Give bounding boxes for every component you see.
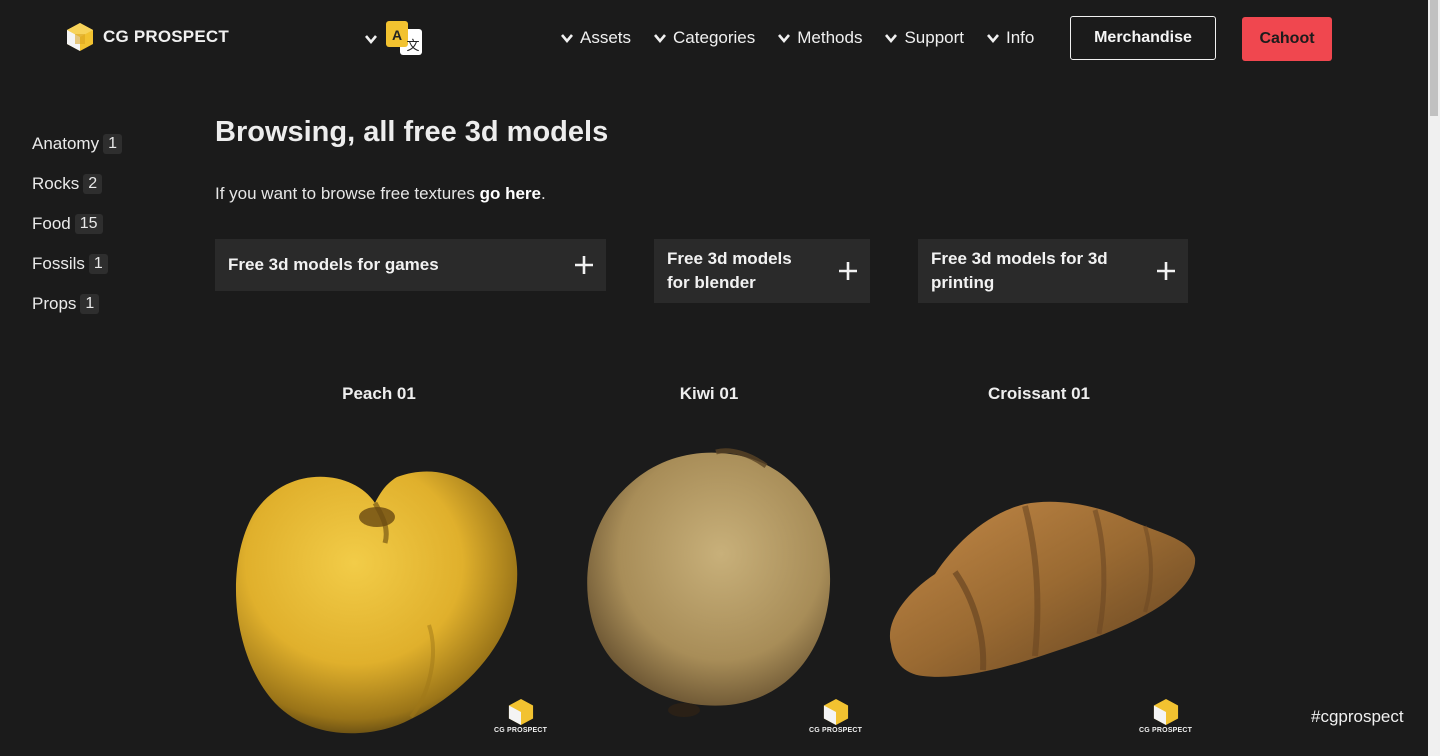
nav-methods[interactable]: Methods: [777, 28, 862, 48]
sidebar-item-anatomy[interactable]: Anatomy 1: [32, 132, 122, 155]
count-badge: 2: [83, 173, 103, 194]
nav-support[interactable]: Support: [884, 28, 964, 48]
textures-link[interactable]: go here: [480, 184, 541, 203]
sidebar-item-props[interactable]: Props 1: [32, 292, 122, 315]
plus-icon: [839, 262, 857, 280]
merchandise-button[interactable]: Merchandise: [1070, 16, 1216, 60]
chevron-down-icon: [885, 34, 898, 44]
watermark-text: CG PROSPECT: [1139, 727, 1193, 734]
sidebar-item-label: Food: [32, 213, 71, 233]
chevron-down-icon: [987, 34, 999, 44]
accordion-label: Free 3d models for games: [228, 255, 439, 274]
count-badge: 1: [80, 293, 100, 314]
nav-label: Info: [1006, 28, 1035, 47]
model-title[interactable]: Kiwi 01: [609, 384, 809, 404]
nav-label: Assets: [580, 28, 632, 47]
hashtag-text: #cgprospect: [1311, 707, 1404, 726]
chevron-down-icon: [365, 35, 377, 45]
accordion-label: Free 3d models for blender: [667, 249, 792, 292]
page-scrollbar[interactable]: [1428, 0, 1440, 756]
watermark-text: CG PROSPECT: [809, 727, 863, 734]
nav-info[interactable]: Info: [986, 28, 1034, 48]
nav-categories[interactable]: Categories: [653, 28, 755, 48]
site-logo[interactable]: CG PROSPECT: [66, 22, 229, 52]
page-title: Browsing, all free 3d models: [215, 116, 609, 148]
watermark: CG PROSPECT: [809, 698, 862, 734]
svg-text:文: 文: [406, 39, 419, 54]
sidebar-item-label: Props: [32, 293, 77, 313]
sidebar-item-fossils[interactable]: Fossils 1: [32, 252, 122, 275]
accordion-label: Free 3d models for 3d printing: [931, 249, 1108, 292]
translate-icon: A 文: [386, 21, 422, 55]
croissant-model-image[interactable]: [885, 494, 1200, 684]
intro-prefix: If you want to browse free textures: [215, 184, 480, 203]
count-badge: 15: [74, 213, 103, 234]
scrollbar-thumb[interactable]: [1430, 0, 1438, 116]
chevron-down-icon: [561, 34, 573, 44]
chevron-down-icon: [778, 34, 791, 44]
sidebar-item-label: Fossils: [32, 253, 85, 273]
accordion-3d-printing[interactable]: Free 3d models for 3d printing: [918, 239, 1188, 303]
model-title[interactable]: Croissant 01: [939, 384, 1139, 404]
count-badge: 1: [103, 133, 122, 154]
intro-text: If you want to browse free textures go h…: [215, 184, 546, 204]
svg-text:A: A: [392, 27, 402, 43]
main-nav: Assets Categories Methods Support Info: [560, 28, 1034, 48]
intro-suffix: .: [540, 184, 546, 203]
accordion-games[interactable]: Free 3d models for games: [215, 239, 606, 291]
logo-cube-icon: [823, 699, 848, 725]
chevron-down-icon: [654, 34, 667, 44]
logo-cube-icon: [508, 699, 533, 725]
cahoot-button[interactable]: Cahoot: [1242, 17, 1332, 61]
nav-assets[interactable]: Assets: [560, 28, 631, 48]
logo-cube-icon: [1153, 699, 1178, 725]
language-selector[interactable]: A 文: [364, 20, 423, 58]
nav-label: Categories: [673, 28, 756, 47]
logo-text: CG PROSPECT: [103, 27, 229, 46]
plus-icon: [1157, 262, 1175, 280]
sidebar-item-food[interactable]: Food 15: [32, 212, 122, 235]
model-title[interactable]: Peach 01: [279, 384, 479, 404]
sidebar-item-label: Anatomy: [32, 133, 100, 153]
logo-cube-icon: [67, 23, 93, 51]
category-sidebar: Anatomy 1 Rocks 2 Food 15 Fossils 1 Prop…: [32, 132, 122, 315]
plus-icon: [575, 256, 593, 274]
sidebar-item-rocks[interactable]: Rocks 2: [32, 172, 122, 195]
watermark-text: CG PROSPECT: [494, 727, 548, 734]
nav-label: Methods: [797, 28, 863, 47]
peach-model-image[interactable]: [225, 455, 530, 740]
kiwi-model-image[interactable]: [580, 448, 835, 723]
sidebar-item-label: Rocks: [32, 173, 80, 193]
count-badge: 1: [88, 253, 108, 274]
accordion-blender[interactable]: Free 3d models for blender: [654, 239, 870, 303]
watermark: CG PROSPECT: [494, 698, 547, 734]
watermark: CG PROSPECT: [1139, 698, 1192, 734]
nav-label: Support: [904, 28, 964, 47]
